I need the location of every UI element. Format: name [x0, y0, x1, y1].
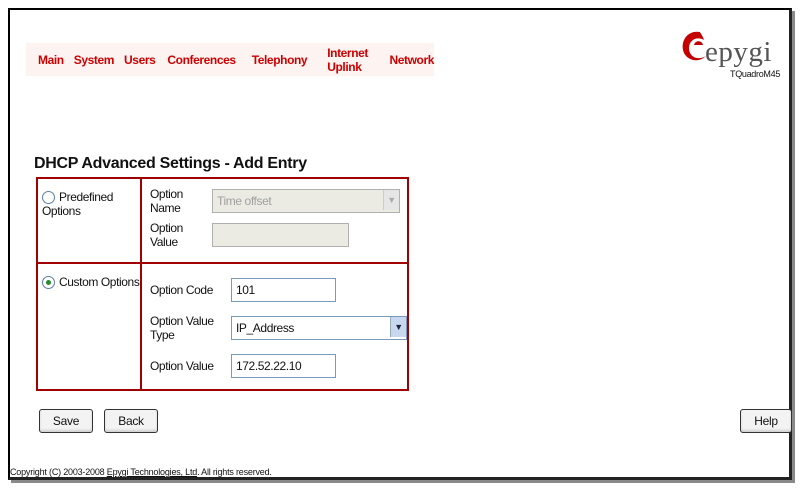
option-name-select[interactable]: Time offset ▼ — [212, 189, 400, 213]
nav-item-main[interactable]: Main — [38, 53, 64, 67]
custom-fields-cell: Option Code 101 Option Value Type IP_Add… — [140, 262, 409, 391]
nav-item-internet-uplink[interactable]: Internet Uplink — [327, 46, 369, 74]
custom-option-value-input[interactable]: 172.52.22.10 — [231, 354, 336, 378]
help-button[interactable]: Help — [740, 409, 792, 433]
nav-item-telephony[interactable]: Telephony — [252, 53, 308, 67]
options-table: Predefined Options Option Name Time offs… — [36, 177, 409, 391]
option-name-value: Time offset — [212, 189, 400, 213]
predefined-options-cell: Predefined Options — [36, 177, 142, 264]
save-button[interactable]: Save — [39, 409, 93, 433]
main-nav: Main System Users Conferences Telephony … — [26, 43, 434, 76]
nav-item-conferences[interactable]: Conferences — [167, 53, 236, 67]
chevron-down-icon: ▼ — [383, 190, 399, 210]
copyright-footer: Copyright (C) 2003-2008 Epygi Technologi… — [10, 467, 272, 477]
custom-options-radio[interactable] — [42, 276, 55, 290]
nav-item-network[interactable]: Network — [389, 53, 434, 67]
option-value-type-value: IP_Address — [231, 316, 407, 340]
copyright-prefix: Copyright (C) 2003-2008 — [10, 467, 107, 477]
brand-name: epygi — [705, 36, 772, 68]
predefined-options-radio[interactable] — [42, 191, 55, 205]
option-value-type-label: Option Value Type — [150, 314, 214, 342]
epygi-logo: epygi TQuadroM45 — [680, 28, 785, 79]
option-value-type-select[interactable]: IP_Address ▼ — [231, 316, 407, 340]
nav-item-system[interactable]: System — [74, 53, 115, 67]
custom-option-value-label: Option Value — [150, 359, 214, 373]
back-button[interactable]: Back — [104, 409, 158, 433]
page-title: DHCP Advanced Settings - Add Entry — [34, 155, 307, 172]
predefined-option-value-label: Option Value — [150, 221, 183, 249]
predefined-fields-cell: Option Name Time offset ▼ Option Value — [140, 177, 409, 264]
chevron-down-icon: ▼ — [390, 317, 406, 337]
copyright-suffix: . All rights reserved. — [197, 467, 272, 477]
option-code-input[interactable]: 101 — [231, 278, 336, 302]
custom-options-cell: Custom Options — [36, 262, 142, 391]
custom-options-label: Custom Options — [59, 275, 140, 289]
option-code-label: Option Code — [150, 283, 213, 297]
model-name: TQuadroM45 — [730, 69, 781, 79]
predefined-option-value-input[interactable] — [212, 223, 349, 247]
epygi-link[interactable]: Epygi Technologies, Ltd — [107, 467, 198, 477]
option-name-label: Option Name — [150, 187, 183, 215]
nav-item-users[interactable]: Users — [124, 53, 156, 67]
